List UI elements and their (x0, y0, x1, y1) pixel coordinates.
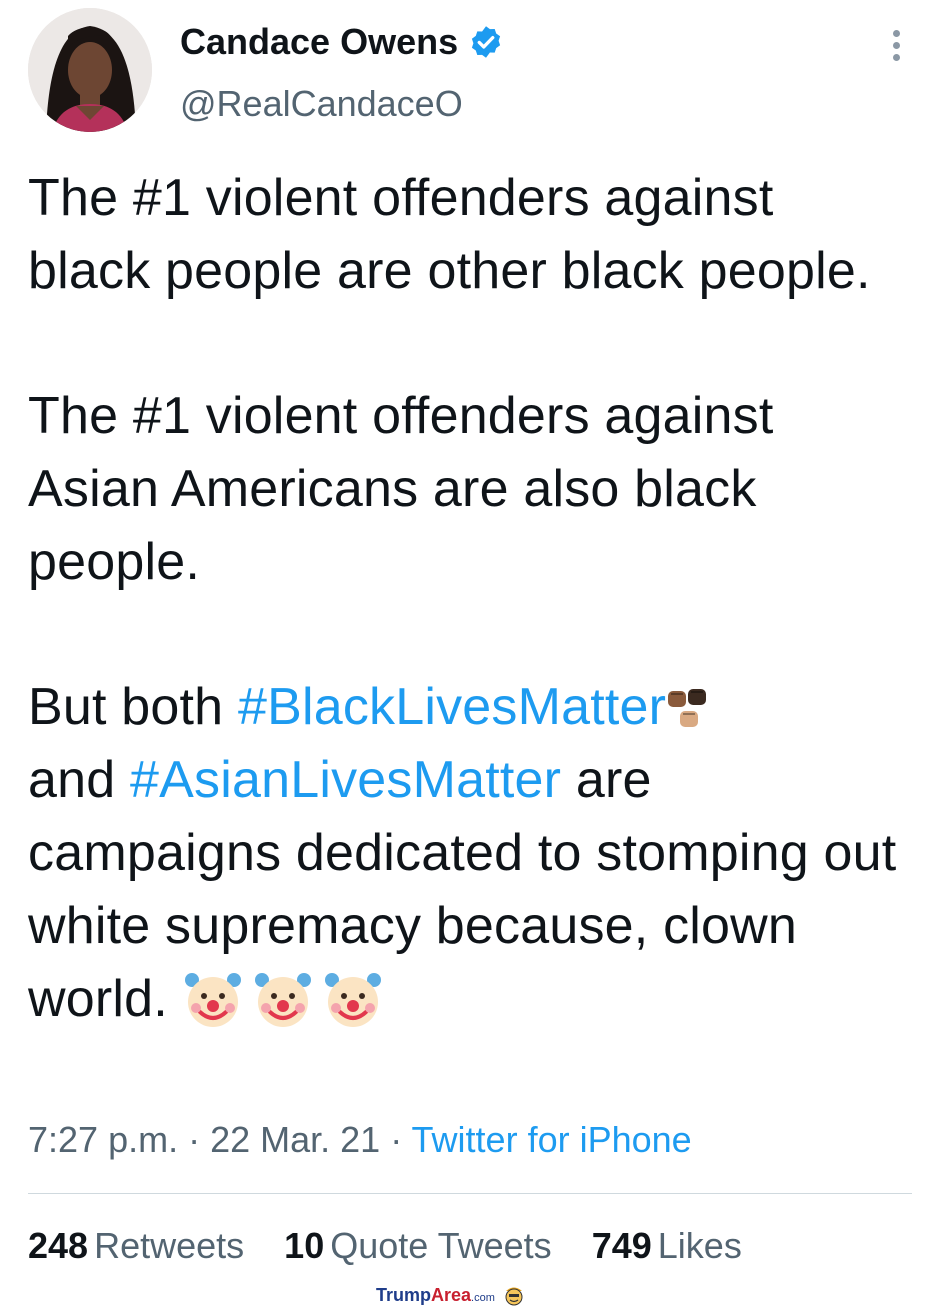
raised-fists-emoji (668, 689, 707, 728)
clown-face-emoji (324, 973, 381, 1027)
author-name[interactable]: Candace Owens (180, 22, 458, 62)
tweet-source-link[interactable]: Twitter for iPhone (412, 1119, 692, 1160)
tweet-stats: 248 Retweets 10 Quote Tweets 749 Likes (28, 1224, 772, 1268)
tweet-header: Candace Owens @RealCandaceO (28, 8, 912, 138)
retweets-stat[interactable]: 248 Retweets (28, 1225, 244, 1266)
tweet-paragraph: The #1 violent offenders against Asian A… (28, 387, 774, 591)
tweet-date[interactable]: 22 Mar. 21 (210, 1119, 380, 1160)
verified-badge-icon (472, 26, 501, 58)
likes-count: 749 (591, 1225, 652, 1266)
tweet-paragraph: But both #BlackLivesMatter and #AsianLiv… (28, 671, 908, 1036)
watermark: TrumpArea.com (376, 1284, 527, 1306)
hashtag-link[interactable]: #AsianLivesMatter (130, 751, 561, 809)
hashtag-link[interactable]: #BlackLivesMatter (238, 678, 666, 736)
tweet-body: The #1 violent offenders against black p… (28, 162, 908, 1036)
tweet-meta: 7:27 p.m. · 22 Mar. 21 · Twitter for iPh… (28, 1118, 692, 1162)
quote-tweets-stat[interactable]: 10 Quote Tweets (284, 1225, 552, 1266)
clown-face-emoji (184, 973, 241, 1027)
text-fragment: and (28, 751, 131, 809)
author-handle[interactable]: @RealCandaceO (180, 84, 463, 124)
watermark-text-trump: Trump (376, 1284, 432, 1305)
retweets-label: Retweets (94, 1225, 245, 1266)
retweets-count: 248 (28, 1225, 89, 1266)
meta-separator: · (178, 1119, 211, 1160)
avatar-image (28, 8, 152, 132)
quote-tweets-label: Quote Tweets (330, 1225, 552, 1266)
watermark-face-icon (505, 1287, 523, 1306)
watermark-text-com: .com (471, 1291, 495, 1304)
likes-label: Likes (657, 1225, 742, 1266)
divider (28, 1193, 912, 1194)
meta-separator: · (380, 1119, 412, 1160)
tweet-paragraph: The #1 violent offenders against black p… (28, 169, 871, 300)
more-options-icon[interactable] (890, 30, 902, 66)
quote-tweets-count: 10 (284, 1225, 325, 1266)
clown-face-emoji (254, 973, 311, 1027)
tweet-time[interactable]: 7:27 p.m. (28, 1119, 178, 1160)
avatar[interactable] (28, 8, 152, 132)
text-fragment: But both (28, 678, 238, 736)
likes-stat[interactable]: 749 Likes (592, 1225, 742, 1266)
clown-emojis (182, 968, 384, 1030)
watermark-text-area: Area (431, 1284, 472, 1305)
